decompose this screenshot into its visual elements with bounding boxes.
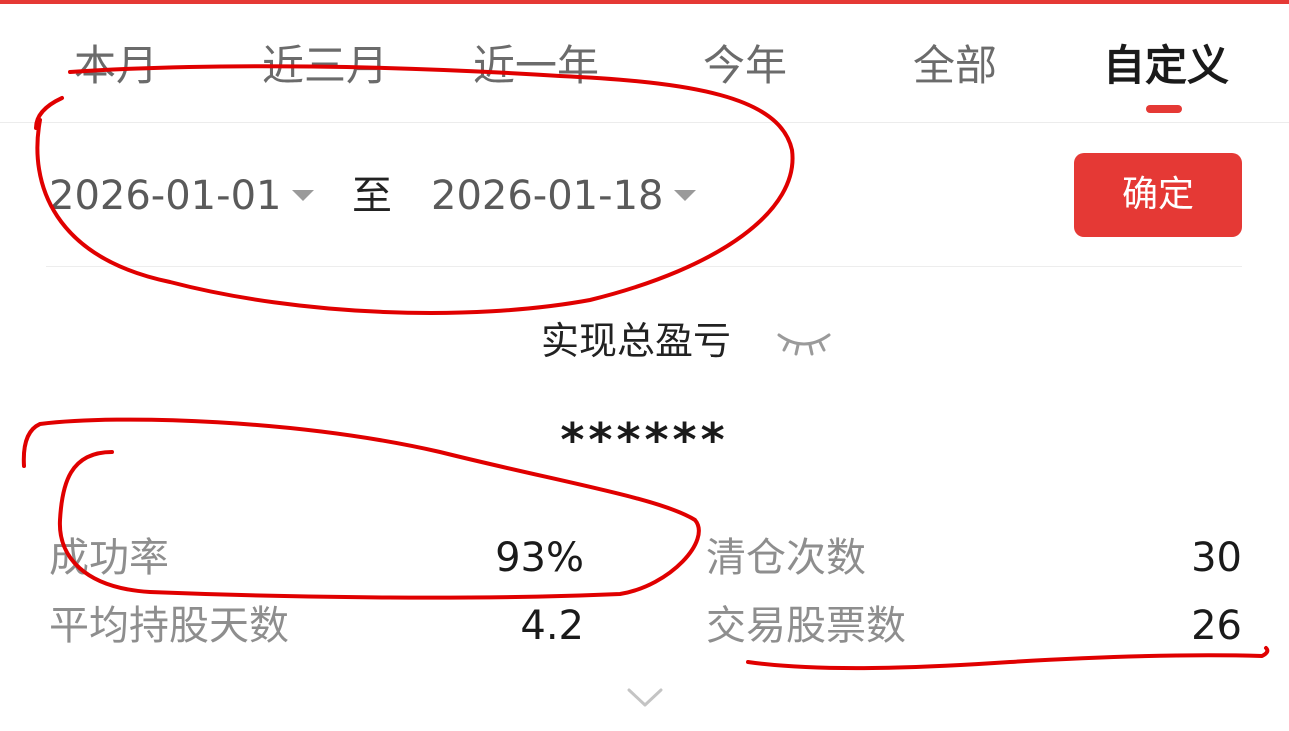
start-date-select[interactable]: 2026-01-01 [49, 170, 281, 222]
date-row-divider [46, 266, 1242, 267]
confirm-button[interactable]: 确定 [1074, 153, 1242, 237]
date-range-separator: 至 [352, 173, 392, 219]
traded-stocks-label: 交易股票数 [706, 603, 906, 649]
realized-pnl-value: ****** [560, 413, 729, 467]
success-rate-label: 成功率 [49, 535, 169, 581]
end-date-select[interactable]: 2026-01-18 [431, 170, 663, 222]
start-date-caret-icon[interactable] [292, 190, 314, 201]
success-rate-value: 93% [495, 535, 584, 581]
end-date-caret-icon[interactable] [674, 190, 696, 201]
active-tab-indicator [1146, 105, 1182, 113]
top-accent-line [0, 0, 1289, 4]
clear-count-value: 30 [1191, 535, 1242, 581]
tab-this-year[interactable]: 今年 [703, 36, 787, 96]
annotation-underline-traded-stocks [746, 646, 1270, 671]
tab-one-year[interactable]: 近一年 [473, 36, 599, 96]
tab-this-month[interactable]: 本月 [74, 36, 158, 96]
clear-count-label: 清仓次数 [706, 535, 866, 581]
chevron-down-icon[interactable] [626, 686, 664, 710]
tabs-divider [0, 122, 1289, 123]
avg-hold-days-value: 4.2 [520, 603, 584, 649]
avg-hold-days-label: 平均持股天数 [49, 603, 289, 649]
tab-three-months[interactable]: 近三月 [262, 36, 388, 96]
realized-pnl-label: 实现总盈亏 [541, 319, 732, 363]
traded-stocks-value: 26 [1191, 603, 1242, 649]
tab-all[interactable]: 全部 [913, 36, 997, 96]
eye-closed-icon[interactable] [776, 323, 832, 357]
period-tabs: 本月 近三月 近一年 今年 全部 自定义 [0, 22, 1289, 122]
tab-custom[interactable]: 自定义 [1103, 36, 1229, 96]
